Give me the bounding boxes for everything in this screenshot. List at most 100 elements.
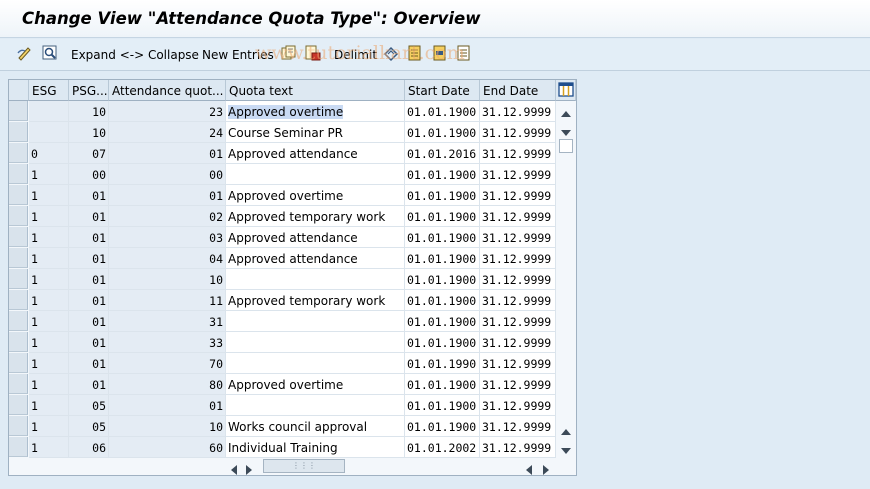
- cell-quota[interactable]: 01: [109, 395, 226, 416]
- cell-quota[interactable]: 04: [109, 248, 226, 269]
- cell-end[interactable]: 31.12.9999: [480, 332, 556, 353]
- cell-psg[interactable]: 01: [69, 290, 109, 311]
- cell-psg[interactable]: 01: [69, 269, 109, 290]
- cell-end[interactable]: 31.12.9999: [480, 353, 556, 374]
- table-row[interactable]: 10 24 Course Seminar PR 01.01.1900 31.12.999…: [9, 122, 556, 143]
- cell-esg[interactable]: 1: [29, 374, 69, 395]
- table-row[interactable]: 1 01 10 01.01.1900 31.12.9999: [9, 269, 556, 290]
- cell-text[interactable]: [226, 311, 405, 332]
- cell-start[interactable]: 01.01.1900: [405, 227, 480, 248]
- delimit-button[interactable]: Delimit: [334, 45, 377, 65]
- row-selector[interactable]: [9, 353, 28, 373]
- cell-start[interactable]: 01.01.1900: [405, 185, 480, 206]
- cell-psg[interactable]: 01: [69, 185, 109, 206]
- cell-end[interactable]: 31.12.9999: [480, 437, 556, 458]
- cell-text[interactable]: Approved attendance: [226, 227, 405, 248]
- table-row[interactable]: 1 01 03 Approved attendance 01.01.1900 31.12.…: [9, 227, 556, 248]
- cell-start[interactable]: 01.01.1900: [405, 206, 480, 227]
- cell-text[interactable]: [226, 332, 405, 353]
- scroll-left-icon[interactable]: [229, 461, 239, 480]
- cell-start[interactable]: 01.01.1900: [405, 395, 480, 416]
- cell-text[interactable]: Approved overtime: [226, 374, 405, 395]
- cell-end[interactable]: 31.12.9999: [480, 227, 556, 248]
- cell-esg[interactable]: 1: [29, 311, 69, 332]
- cell-start[interactable]: 01.01.1900: [405, 248, 480, 269]
- cell-end[interactable]: 31.12.9999: [480, 416, 556, 437]
- cell-text[interactable]: Works council approval: [226, 416, 405, 437]
- cell-psg[interactable]: 01: [69, 374, 109, 395]
- cell-text[interactable]: [226, 395, 405, 416]
- row-selector[interactable]: [9, 311, 28, 331]
- cell-text[interactable]: Approved attendance: [226, 248, 405, 269]
- cell-start[interactable]: 01.01.1900: [405, 290, 480, 311]
- cell-text[interactable]: [226, 353, 405, 374]
- cell-start[interactable]: 01.01.1900: [405, 122, 480, 143]
- cell-start[interactable]: 01.01.1990: [405, 353, 480, 374]
- cell-quota[interactable]: 11: [109, 290, 226, 311]
- row-selector[interactable]: [9, 374, 28, 394]
- row-selector[interactable]: [9, 206, 28, 226]
- row-selector[interactable]: [9, 164, 28, 184]
- table-row[interactable]: 1 01 70 01.01.1990 31.12.9999: [9, 353, 556, 374]
- cell-psg[interactable]: 05: [69, 416, 109, 437]
- column-header-psg[interactable]: PSG...: [69, 80, 109, 101]
- cell-start[interactable]: 01.01.2016: [405, 143, 480, 164]
- horizontal-scrollbar[interactable]: ⋮⋮⋮: [229, 458, 559, 475]
- cell-text[interactable]: Approved attendance: [226, 143, 405, 164]
- cell-psg[interactable]: 10: [69, 122, 109, 143]
- cell-start[interactable]: 01.01.1900: [405, 416, 480, 437]
- column-header-attendance-quota[interactable]: Attendance quot...: [109, 80, 226, 101]
- cell-start[interactable]: 01.01.1900: [405, 332, 480, 353]
- cell-text[interactable]: [226, 164, 405, 185]
- cell-psg[interactable]: 01: [69, 227, 109, 248]
- row-selector[interactable]: [9, 269, 28, 289]
- cell-psg[interactable]: 01: [69, 353, 109, 374]
- vertical-scroll-thumb[interactable]: [559, 139, 573, 153]
- table-row[interactable]: 0 07 01 Approved attendance 01.01.2016 31.12.…: [9, 143, 556, 164]
- cell-end[interactable]: 31.12.9999: [480, 395, 556, 416]
- row-selector[interactable]: [9, 248, 28, 268]
- cell-esg[interactable]: 1: [29, 248, 69, 269]
- cell-quota[interactable]: 00: [109, 164, 226, 185]
- cell-quota[interactable]: 01: [109, 185, 226, 206]
- delete-icon[interactable]: [304, 44, 322, 62]
- cell-end[interactable]: 31.12.9999: [480, 311, 556, 332]
- cell-start[interactable]: 01.01.1900: [405, 269, 480, 290]
- cell-esg[interactable]: 1: [29, 227, 69, 248]
- cell-end[interactable]: 31.12.9999: [480, 206, 556, 227]
- table-row[interactable]: 1 01 04 Approved attendance 01.01.1900 31.12.…: [9, 248, 556, 269]
- table-row[interactable]: 1 00 00 01.01.1900 31.12.9999: [9, 164, 556, 185]
- row-selector[interactable]: [9, 185, 28, 205]
- scroll-page-down-icon[interactable]: [560, 441, 572, 460]
- cell-quota[interactable]: 03: [109, 227, 226, 248]
- cell-end[interactable]: 31.12.9999: [480, 164, 556, 185]
- table-row[interactable]: 1 01 31 01.01.1900 31.12.9999: [9, 311, 556, 332]
- cell-quota[interactable]: 70: [109, 353, 226, 374]
- cell-psg[interactable]: 00: [69, 164, 109, 185]
- cell-esg[interactable]: 1: [29, 353, 69, 374]
- row-selector[interactable]: [9, 395, 28, 415]
- row-selector[interactable]: [9, 416, 28, 436]
- cell-psg[interactable]: 10: [69, 101, 109, 122]
- table-row[interactable]: 1 05 01 01.01.1900 31.12.9999: [9, 395, 556, 416]
- cell-esg[interactable]: 1: [29, 290, 69, 311]
- column-header-esg[interactable]: ESG: [29, 80, 69, 101]
- cell-text[interactable]: Approved overtime: [226, 185, 405, 206]
- cell-psg[interactable]: 06: [69, 437, 109, 458]
- scroll-far-left-icon[interactable]: [524, 461, 534, 480]
- cell-esg[interactable]: 1: [29, 185, 69, 206]
- cell-psg[interactable]: 01: [69, 332, 109, 353]
- cell-quota[interactable]: 60: [109, 437, 226, 458]
- table-row[interactable]: 1 01 02 Approved temporary work 01.01.1900 31…: [9, 206, 556, 227]
- row-selector[interactable]: [9, 143, 28, 163]
- scroll-up-icon[interactable]: [560, 104, 572, 123]
- cell-psg[interactable]: 01: [69, 311, 109, 332]
- cell-start[interactable]: 01.01.2002: [405, 437, 480, 458]
- cell-esg[interactable]: [29, 122, 69, 143]
- cell-start[interactable]: 01.01.1900: [405, 164, 480, 185]
- new-entries-button[interactable]: New Entries: [202, 45, 274, 65]
- cell-end[interactable]: 31.12.9999: [480, 269, 556, 290]
- cell-esg[interactable]: 1: [29, 269, 69, 290]
- cell-esg[interactable]: 0: [29, 143, 69, 164]
- row-selector[interactable]: [9, 227, 28, 247]
